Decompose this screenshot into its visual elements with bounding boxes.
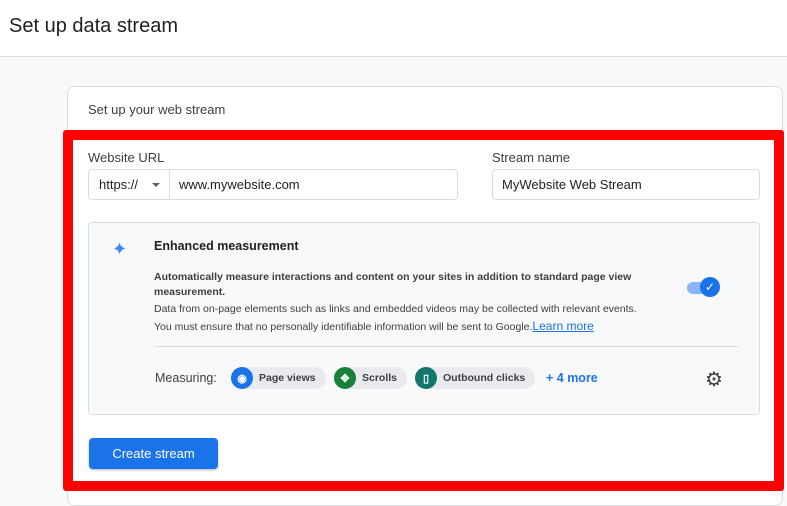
card-title: Set up your web stream [88, 102, 226, 117]
page-title: Set up data stream [9, 15, 178, 37]
page-header: Set up data stream [0, 0, 787, 57]
highlight-box [63, 130, 784, 491]
